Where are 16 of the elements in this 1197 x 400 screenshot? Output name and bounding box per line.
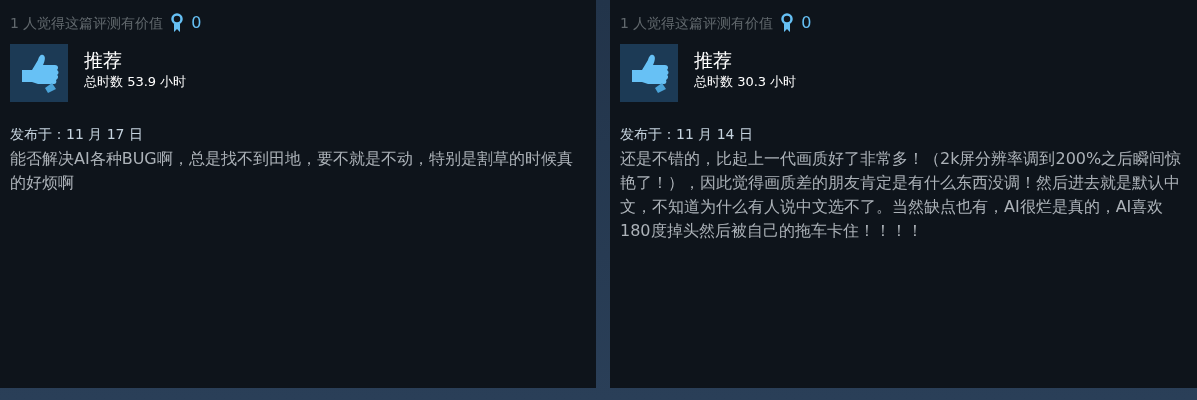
posted-date: 发布于：11 月 14 日 <box>620 125 754 144</box>
award-count: 0 <box>801 12 812 34</box>
award-count: 0 <box>191 12 202 34</box>
award-icon <box>781 13 794 33</box>
verdict-title: 推荐 <box>84 48 123 72</box>
review-text: 能否解决AI各种BUG啊，总是找不到田地，要不就是不动，特别是割草的时候真的好烦啊 <box>10 148 574 194</box>
helpful-count: 1 人觉得这篇评测有价值 <box>10 13 164 33</box>
verdict-title: 推荐 <box>694 48 733 72</box>
thumbs-up-icon <box>10 44 68 102</box>
hours-played: 总时数 53.9 小时 <box>84 73 187 91</box>
award-icon <box>171 13 184 33</box>
hours-played: 总时数 30.3 小时 <box>694 73 797 91</box>
posted-date: 发布于：11 月 17 日 <box>10 125 144 144</box>
review-text: 还是不错的，比起上一代画质好了非常多！（2k屏分辨率调到200%之后瞬间惊艳了！），因此觉得画质差的朋友肯定是有什么东西没调！然后进去就是默认中文，不知道为什么有人说中文选不了。当然缺点也有，AI很烂是真的，AI喜欢180度掉头然后被自己的拖车卡住！！！！ <box>620 148 1183 242</box>
thumbs-up-icon <box>620 44 678 102</box>
helpful-count: 1 人觉得这篇评测有价值 <box>620 13 774 33</box>
